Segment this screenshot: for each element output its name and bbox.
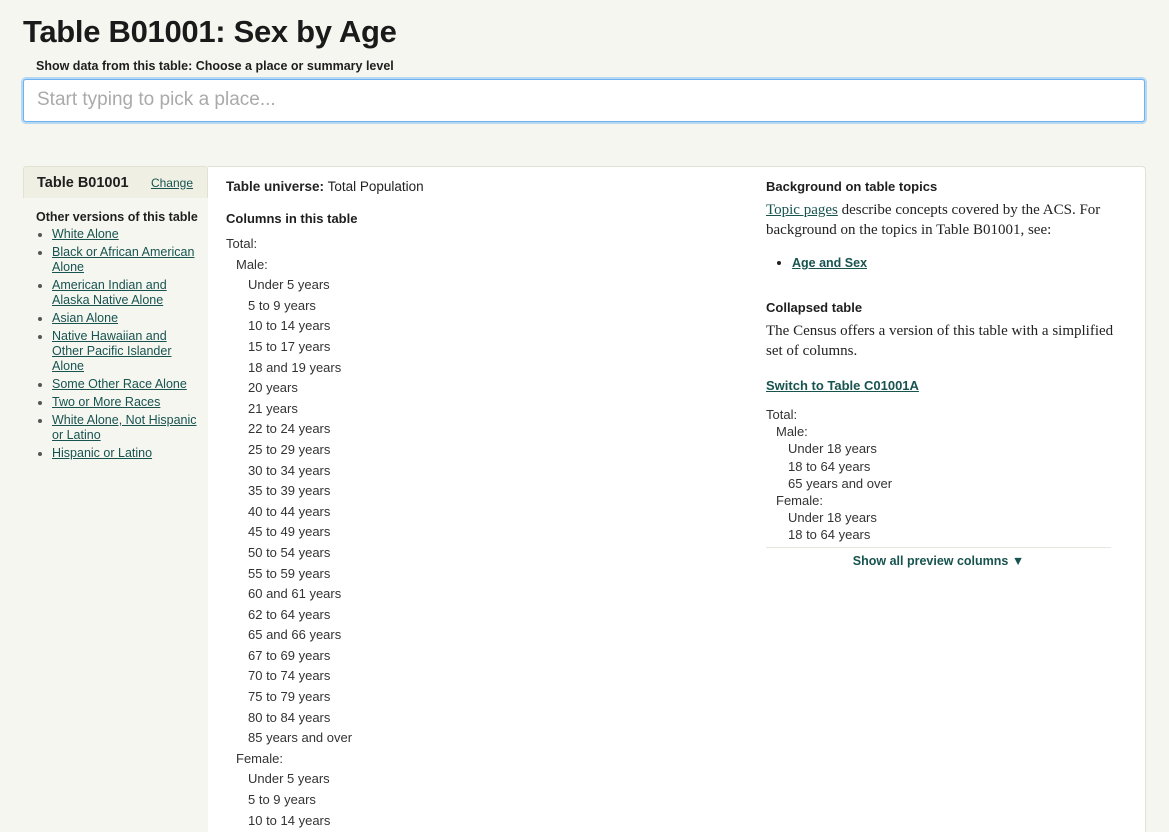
table-universe-value: Total Population	[327, 179, 424, 194]
column-item: Under 18 years	[788, 510, 877, 526]
preview-columns-list: Total: Male: Under 18 years 18 to 64 years 6…	[766, 406, 1118, 544]
column-item: 55 to 59 years	[248, 565, 331, 581]
column-item: 75 to 79 years	[248, 689, 331, 705]
columns-list: Total: Male: Under 5 years 5 to 9 years 10 t…	[226, 234, 726, 831]
other-version-link[interactable]: Asian Alone	[52, 311, 118, 325]
other-version-link[interactable]: Native Hawaiian and Other Pacific Island…	[52, 329, 172, 373]
column-item: 60 and 61 years	[248, 586, 342, 602]
list-item: Some Other Race Alone	[52, 377, 198, 392]
background-paragraph: Topic pages describe concepts covered by…	[766, 201, 1118, 240]
table-universe: Table universe: Total Population	[226, 179, 726, 194]
columns-column: Table universe: Total Population Columns…	[226, 179, 726, 831]
column-item: 10 to 14 years	[248, 318, 331, 334]
column-item: 70 to 74 years	[248, 668, 331, 684]
topics-list: Age and Sex	[766, 254, 1118, 272]
content-panel: Table universe: Total Population Columns…	[208, 166, 1146, 832]
column-item: 15 to 17 years	[248, 338, 331, 354]
column-item: 22 to 24 years	[248, 421, 331, 437]
list-item: White Alone, Not Hispanic or Latino	[52, 413, 198, 443]
collapsed-table-section: Collapsed table The Census offers a vers…	[766, 300, 1118, 568]
list-item: Two or More Races	[52, 395, 198, 410]
other-version-link[interactable]: Black or African American Alone	[52, 245, 194, 274]
column-item: Total:	[766, 407, 798, 422]
sidebar: Table B01001 Change Other versions of th…	[0, 166, 208, 832]
topic-pages-link[interactable]: Topic pages	[766, 202, 838, 218]
column-item: Female:	[236, 750, 283, 766]
show-all-preview-columns-button[interactable]: Show all preview columns ▼	[766, 554, 1111, 568]
collapsed-text: The Census offers a version of this tabl…	[766, 323, 1114, 359]
column-item: Male:	[236, 256, 268, 272]
column-item: 18 to 64 years	[788, 458, 871, 474]
list-item: Native Hawaiian and Other Pacific Island…	[52, 329, 198, 374]
aside-column: Background on table topics Topic pages d…	[766, 179, 1118, 568]
topic-link[interactable]: Age and Sex	[792, 256, 867, 270]
other-versions-title: Other versions of this table	[36, 210, 198, 224]
background-heading: Background on table topics	[766, 179, 938, 194]
list-item: American Indian and Alaska Native Alone	[52, 278, 198, 308]
table-id-label: Table B01001	[37, 174, 129, 191]
search-label: Show data from this table: Choose a plac…	[36, 58, 394, 73]
column-item: 35 to 39 years	[248, 483, 331, 499]
change-table-link[interactable]: Change	[151, 176, 193, 190]
table-universe-label: Table universe:	[226, 179, 325, 194]
column-item: Under 5 years	[248, 771, 330, 787]
column-item: 45 to 49 years	[248, 524, 331, 540]
column-item: 25 to 29 years	[248, 441, 331, 457]
column-item: 5 to 9 years	[248, 792, 316, 808]
column-item: Under 18 years	[788, 441, 877, 457]
other-version-link[interactable]: White Alone	[52, 227, 119, 241]
other-versions-list: White Alone Black or African American Alo…	[0, 227, 208, 461]
table-id-box: Table B01001 Change	[23, 166, 208, 198]
column-item: 40 to 44 years	[248, 503, 331, 519]
column-item: 85 years and over	[248, 730, 353, 746]
column-item: 18 to 64 years	[788, 527, 871, 543]
collapsed-heading: Collapsed table	[766, 300, 863, 315]
list-item: Age and Sex	[792, 254, 1118, 272]
column-item: Male:	[776, 424, 808, 440]
preview-divider	[766, 546, 1111, 548]
column-item: 30 to 34 years	[248, 462, 331, 478]
other-version-link[interactable]: Two or More Races	[52, 395, 160, 409]
other-version-link[interactable]: Hispanic or Latino	[52, 446, 152, 460]
place-search-input[interactable]	[23, 78, 1145, 122]
search-container	[23, 78, 1146, 122]
column-item: 20 years	[248, 380, 298, 396]
list-item: White Alone	[52, 227, 198, 242]
other-version-link[interactable]: American Indian and Alaska Native Alone	[52, 278, 167, 307]
column-item: 18 and 19 years	[248, 359, 342, 375]
column-item: 62 to 64 years	[248, 606, 331, 622]
column-item: 5 to 9 years	[248, 297, 316, 313]
other-version-link[interactable]: Some Other Race Alone	[52, 377, 187, 391]
column-item: 65 and 66 years	[248, 627, 342, 643]
columns-heading: Columns in this table	[226, 211, 358, 226]
column-item: 67 to 69 years	[248, 647, 331, 663]
column-item: 21 years	[248, 400, 298, 416]
column-item: 10 to 14 years	[248, 812, 331, 828]
list-item: Asian Alone	[52, 311, 198, 326]
column-item: 80 to 84 years	[248, 709, 331, 725]
body-area: Table B01001 Change Other versions of th…	[0, 166, 1169, 832]
other-version-link[interactable]: White Alone, Not Hispanic or Latino	[52, 413, 197, 442]
list-item: Hispanic or Latino	[52, 446, 198, 461]
column-item: Under 5 years	[248, 277, 330, 293]
column-item: 50 to 54 years	[248, 544, 331, 560]
column-item: Female:	[776, 493, 823, 509]
column-item: 65 years and over	[788, 475, 893, 491]
page-header: Table B01001: Sex by Age Show data from …	[0, 0, 1169, 122]
column-item: Total:	[226, 236, 258, 251]
page-title: Table B01001: Sex by Age	[23, 14, 397, 49]
list-item: Black or African American Alone	[52, 245, 198, 275]
switch-table-link[interactable]: Switch to Table C01001A	[766, 378, 919, 393]
